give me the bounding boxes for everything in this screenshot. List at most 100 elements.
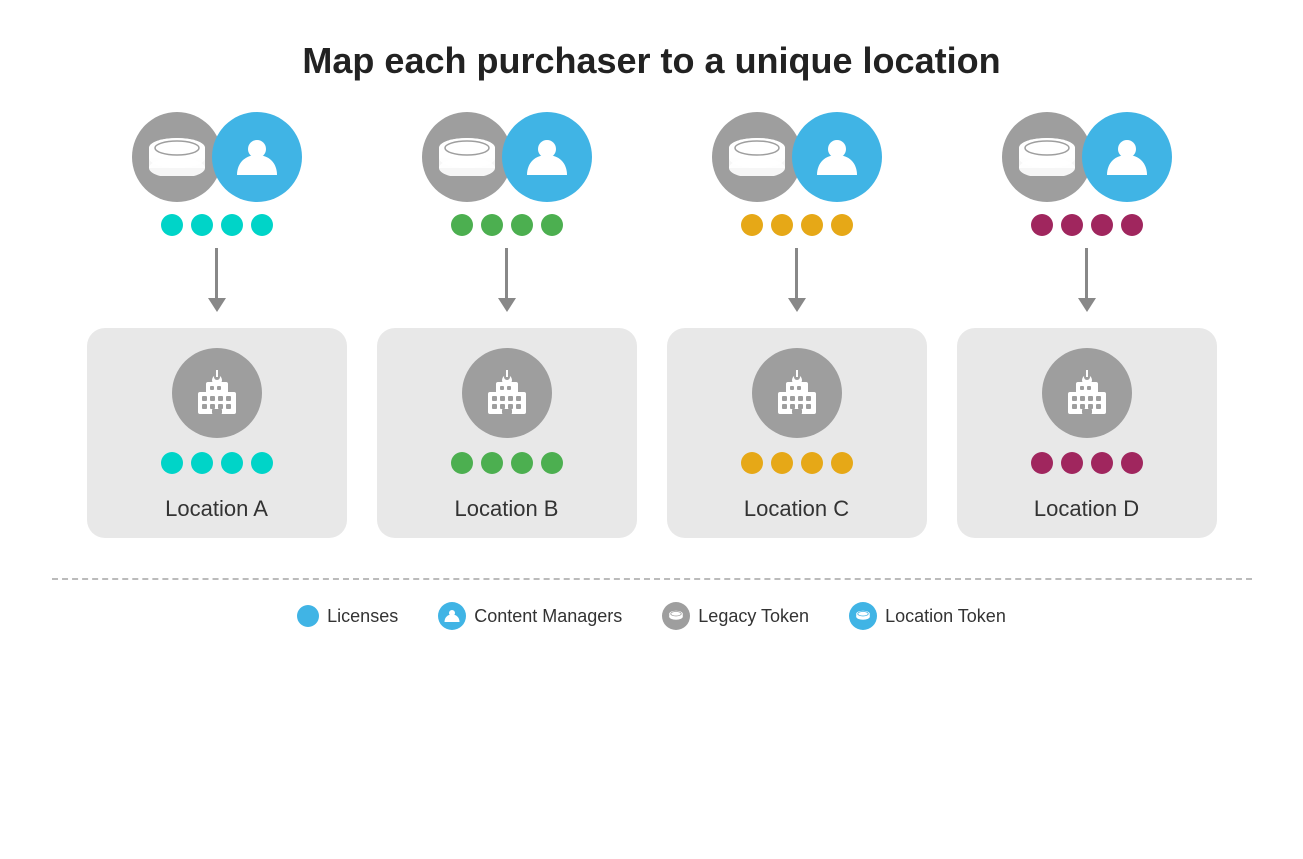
card-dot-a-2 xyxy=(191,452,213,474)
legacy-token-icon-c xyxy=(712,112,802,202)
location-token-legend-icon xyxy=(849,602,877,630)
content-manager-icon-b xyxy=(502,112,592,202)
column-a: Location A xyxy=(82,112,352,538)
coin-svg-d xyxy=(1017,138,1077,176)
card-dot-c-2 xyxy=(771,452,793,474)
card-dot-d-2 xyxy=(1061,452,1083,474)
dot-d-4 xyxy=(1121,214,1143,236)
column-d: Location D xyxy=(952,112,1222,538)
legacy-token-label: Legacy Token xyxy=(698,606,809,627)
card-dot-a-4 xyxy=(251,452,273,474)
arrow-shaft-c xyxy=(795,248,798,298)
columns-container: Location A xyxy=(82,112,1222,538)
arrow-c xyxy=(788,248,806,312)
location-card-c: Location C xyxy=(667,328,927,538)
person-svg-b xyxy=(523,133,571,181)
dot-a-2 xyxy=(191,214,213,236)
card-dot-b-2 xyxy=(481,452,503,474)
legacy-token-icon-d xyxy=(1002,112,1092,202)
dot-a-1 xyxy=(161,214,183,236)
top-icons-b xyxy=(422,112,592,202)
location-token-label: Location Token xyxy=(885,606,1006,627)
building-icon-a xyxy=(172,348,262,438)
coin-svg-c xyxy=(727,138,787,176)
person-svg-c xyxy=(813,133,861,181)
location-token-legend-svg xyxy=(854,607,872,625)
legacy-token-icon-a xyxy=(132,112,222,202)
arrow-head-c xyxy=(788,298,806,312)
dot-b-1 xyxy=(451,214,473,236)
building-svg-a xyxy=(188,364,246,422)
card-dot-d-3 xyxy=(1091,452,1113,474)
coin-svg-b xyxy=(437,138,497,176)
card-dot-b-1 xyxy=(451,452,473,474)
legacy-token-icon-b xyxy=(422,112,512,202)
licenses-label: Licenses xyxy=(327,606,398,627)
legend-item-location-token: Location Token xyxy=(849,602,1006,630)
licenses-dot xyxy=(297,605,319,627)
card-dot-b-3 xyxy=(511,452,533,474)
card-dot-d-4 xyxy=(1121,452,1143,474)
building-icon-c xyxy=(752,348,842,438)
legacy-token-legend-icon xyxy=(662,602,690,630)
legend-item-legacy-token: Legacy Token xyxy=(662,602,809,630)
legend-item-licenses: Licenses xyxy=(297,605,398,627)
location-label-b: Location B xyxy=(455,496,559,522)
arrow-head-a xyxy=(208,298,226,312)
dots-row-a xyxy=(161,214,273,236)
location-card-b: Location B xyxy=(377,328,637,538)
dots-row-b xyxy=(451,214,563,236)
card-dot-b-4 xyxy=(541,452,563,474)
dot-a-4 xyxy=(251,214,273,236)
dot-b-2 xyxy=(481,214,503,236)
content-managers-icon xyxy=(438,602,466,630)
card-dot-a-3 xyxy=(221,452,243,474)
dots-row-d xyxy=(1031,214,1143,236)
person-legend-svg xyxy=(443,607,461,625)
card-dot-d-1 xyxy=(1031,452,1053,474)
card-dot-a-1 xyxy=(161,452,183,474)
person-svg-d xyxy=(1103,133,1151,181)
dot-c-2 xyxy=(771,214,793,236)
dot-b-3 xyxy=(511,214,533,236)
arrow-shaft-d xyxy=(1085,248,1088,298)
dots-row-c xyxy=(741,214,853,236)
card-dots-row-a xyxy=(161,452,273,474)
card-dot-c-3 xyxy=(801,452,823,474)
card-dots-row-d xyxy=(1031,452,1143,474)
building-icon-b xyxy=(462,348,552,438)
dot-c-3 xyxy=(801,214,823,236)
top-icons-d xyxy=(1002,112,1172,202)
location-card-d: Location D xyxy=(957,328,1217,538)
card-dots-row-b xyxy=(451,452,563,474)
location-label-c: Location C xyxy=(744,496,849,522)
arrow-b xyxy=(498,248,516,312)
coin-svg xyxy=(147,138,207,176)
location-label-a: Location A xyxy=(165,496,268,522)
location-card-a: Location A xyxy=(87,328,347,538)
dot-b-4 xyxy=(541,214,563,236)
content-managers-label: Content Managers xyxy=(474,606,622,627)
content-manager-icon-d xyxy=(1082,112,1172,202)
dot-d-3 xyxy=(1091,214,1113,236)
dot-a-3 xyxy=(221,214,243,236)
person-svg xyxy=(233,133,281,181)
arrow-head-d xyxy=(1078,298,1096,312)
arrow-shaft-a xyxy=(215,248,218,298)
content-manager-icon-a xyxy=(212,112,302,202)
arrow-a xyxy=(208,248,226,312)
top-icons-c xyxy=(712,112,882,202)
content-manager-icon-c xyxy=(792,112,882,202)
card-dot-c-4 xyxy=(831,452,853,474)
building-svg-d xyxy=(1058,364,1116,422)
building-icon-d xyxy=(1042,348,1132,438)
card-dot-c-1 xyxy=(741,452,763,474)
dot-d-2 xyxy=(1061,214,1083,236)
coin-legend-svg xyxy=(667,607,685,625)
dot-d-1 xyxy=(1031,214,1053,236)
top-icons-a xyxy=(132,112,302,202)
column-c: Location C xyxy=(662,112,932,538)
arrow-shaft-b xyxy=(505,248,508,298)
arrow-d xyxy=(1078,248,1096,312)
dot-c-1 xyxy=(741,214,763,236)
